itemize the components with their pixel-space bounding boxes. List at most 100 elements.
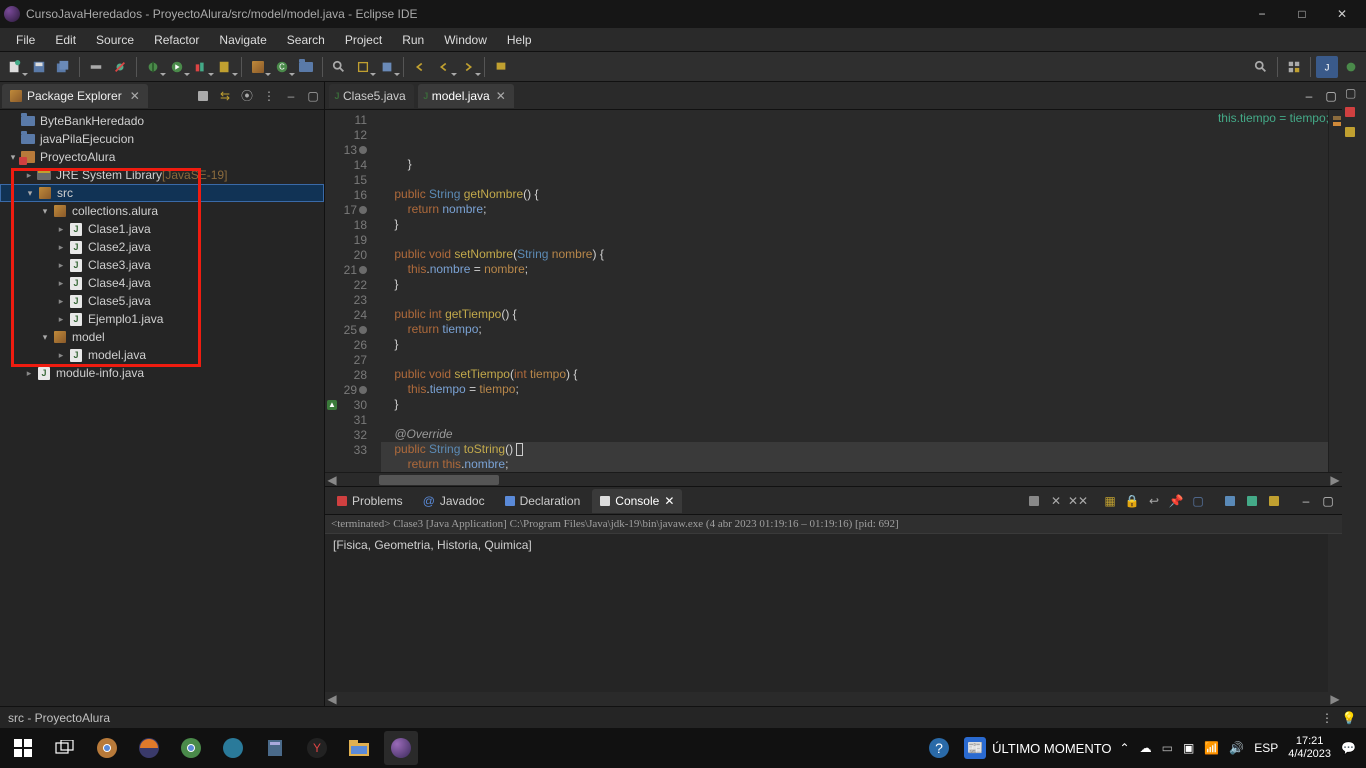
- link-editor-button[interactable]: ⇆: [215, 86, 235, 106]
- mail-icon[interactable]: ▣: [1183, 741, 1194, 755]
- volume-icon[interactable]: 🔊: [1229, 741, 1244, 755]
- menu-project[interactable]: Project: [335, 30, 392, 50]
- pin-console-button[interactable]: 📌: [1166, 491, 1186, 511]
- twisty-icon[interactable]: [6, 152, 20, 163]
- quick-access-button[interactable]: [1250, 56, 1272, 78]
- tree-item[interactable]: ProyectoAlura: [0, 148, 324, 166]
- search-button[interactable]: [352, 56, 374, 78]
- menu-window[interactable]: Window: [434, 30, 497, 50]
- maximize-button[interactable]: □: [1282, 0, 1322, 28]
- task-list-icon[interactable]: [1345, 106, 1363, 122]
- menu-search[interactable]: Search: [277, 30, 335, 50]
- open-console-button[interactable]: [1264, 491, 1284, 511]
- monitor-button[interactable]: [1220, 491, 1240, 511]
- editor-minimize-button[interactable]: ‒: [1298, 85, 1320, 107]
- tray-chevron-icon[interactable]: ⌃: [1120, 741, 1130, 755]
- new-button[interactable]: [4, 56, 26, 78]
- package-explorer-tree[interactable]: ByteBankHeredadojavaPilaEjecucionProyect…: [0, 110, 324, 706]
- start-button[interactable]: [6, 731, 40, 765]
- annotations-button[interactable]: [376, 56, 398, 78]
- new-class-button[interactable]: C: [271, 56, 293, 78]
- tree-item[interactable]: Clase2.java: [0, 238, 324, 256]
- task-view-button[interactable]: [48, 731, 82, 765]
- editor-tab[interactable]: model.java✕: [418, 84, 514, 108]
- minimize-view-button[interactable]: ‒: [281, 86, 301, 106]
- tree-item[interactable]: module-info.java: [0, 364, 324, 382]
- scroll-lock-button[interactable]: 🔒: [1122, 491, 1142, 511]
- terminate-button[interactable]: [1024, 491, 1044, 511]
- tree-item[interactable]: JRE System Library [JavaSE-19]: [0, 166, 324, 184]
- remove-launch-button[interactable]: ✕: [1046, 491, 1066, 511]
- clock[interactable]: 17:21 4/4/2023: [1288, 735, 1331, 761]
- tree-item[interactable]: Clase5.java: [0, 292, 324, 310]
- tree-item[interactable]: Clase4.java: [0, 274, 324, 292]
- close-icon[interactable]: ✕: [664, 494, 674, 508]
- twisty-icon[interactable]: [54, 314, 68, 325]
- pin-editor-button[interactable]: [490, 56, 512, 78]
- maximize-view-button[interactable]: ▢: [303, 86, 323, 106]
- bottom-minimize-button[interactable]: ‒: [1296, 491, 1316, 511]
- tree-item[interactable]: Ejemplo1.java: [0, 310, 324, 328]
- bottom-maximize-button[interactable]: ▢: [1318, 491, 1338, 511]
- save-button[interactable]: [28, 56, 50, 78]
- editor-tab[interactable]: Clase5.java: [329, 84, 414, 108]
- tree-item[interactable]: collections.alura: [0, 202, 324, 220]
- console-hscrollbar[interactable]: ◀▶: [325, 692, 1342, 706]
- twisty-icon[interactable]: [54, 350, 68, 361]
- new-package-button[interactable]: [247, 56, 269, 78]
- system-tray[interactable]: ⌃ ☁ ▭ ▣ 📶 🔊 ESP 17:21 4/4/2023 💬: [1120, 735, 1360, 761]
- editor-hscrollbar[interactable]: ◀ ▶: [325, 472, 1342, 486]
- language-indicator[interactable]: ESP: [1254, 741, 1278, 755]
- wifi-icon[interactable]: 📶: [1204, 741, 1219, 755]
- chrome-canary-icon[interactable]: [90, 731, 124, 765]
- onedrive-icon[interactable]: ☁: [1140, 741, 1152, 755]
- battery-icon[interactable]: ▭: [1162, 741, 1173, 755]
- console-output[interactable]: [Fisica, Geometria, Historia, Quimica]: [325, 534, 1342, 692]
- skip-breakpoints-button[interactable]: [109, 56, 131, 78]
- yandex-icon[interactable]: Y: [300, 731, 334, 765]
- restore-button[interactable]: ▢: [1345, 86, 1363, 102]
- new-console-button[interactable]: [1242, 491, 1262, 511]
- menu-help[interactable]: Help: [497, 30, 542, 50]
- word-wrap-button[interactable]: ↩: [1144, 491, 1164, 511]
- outline-icon[interactable]: [1345, 126, 1363, 142]
- twisty-icon[interactable]: [22, 170, 36, 181]
- minimize-button[interactable]: −: [1242, 0, 1282, 28]
- display-console-button[interactable]: ▢: [1188, 491, 1208, 511]
- close-button[interactable]: ✕: [1322, 0, 1362, 28]
- collapse-all-button[interactable]: [193, 86, 213, 106]
- menu-source[interactable]: Source: [86, 30, 144, 50]
- tree-item[interactable]: javaPilaEjecucion: [0, 130, 324, 148]
- news-widget[interactable]: 📰 ÚLTIMO MOMENTO: [964, 737, 1111, 759]
- overview-ruler[interactable]: [1328, 110, 1342, 472]
- package-explorer-tab[interactable]: Package Explorer ✕: [2, 84, 148, 108]
- eclipse-taskbar-icon[interactable]: [384, 731, 418, 765]
- twisty-icon[interactable]: [38, 206, 52, 217]
- tree-item[interactable]: ByteBankHeredado: [0, 112, 324, 130]
- twisty-icon[interactable]: [54, 260, 68, 271]
- coverage-button[interactable]: [190, 56, 212, 78]
- tree-item[interactable]: model: [0, 328, 324, 346]
- bottom-tab-declaration[interactable]: Declaration: [497, 489, 589, 513]
- edge-icon[interactable]: [216, 731, 250, 765]
- forward-button[interactable]: [457, 56, 479, 78]
- new-folder-button[interactable]: [295, 56, 317, 78]
- tree-item[interactable]: src: [0, 184, 324, 202]
- console-vscrollbar[interactable]: [1328, 534, 1342, 692]
- menu-edit[interactable]: Edit: [45, 30, 86, 50]
- java-perspective-button[interactable]: J: [1316, 56, 1338, 78]
- remove-all-button[interactable]: ✕✕: [1068, 491, 1088, 511]
- twisty-icon[interactable]: [38, 332, 52, 343]
- twisty-icon[interactable]: [54, 242, 68, 253]
- tip-bulb-icon[interactable]: 💡: [1340, 709, 1358, 727]
- status-menu-icon[interactable]: ⋮: [1318, 709, 1336, 727]
- chrome-icon[interactable]: [174, 731, 208, 765]
- open-type-button[interactable]: [328, 56, 350, 78]
- calculator-icon[interactable]: [258, 731, 292, 765]
- help-icon[interactable]: ?: [922, 731, 956, 765]
- bottom-tab-problems[interactable]: Problems: [329, 489, 411, 513]
- back-button[interactable]: [433, 56, 455, 78]
- bottom-tab-javadoc[interactable]: @Javadoc: [415, 489, 493, 513]
- close-icon[interactable]: ✕: [496, 89, 506, 103]
- twisty-icon[interactable]: [54, 224, 68, 235]
